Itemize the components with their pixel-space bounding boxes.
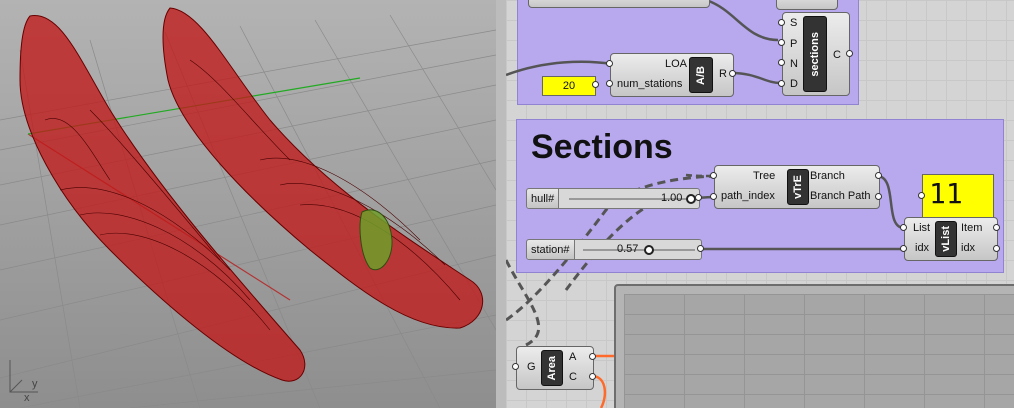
axis-x-label: x	[24, 392, 30, 404]
vtree-output-branch: Branch	[810, 170, 845, 182]
ab-component[interactable]: LOA num_stations A/B R	[610, 53, 734, 97]
station-slider[interactable]: station# 0.57	[526, 239, 702, 260]
vtree-port-path[interactable]	[710, 193, 717, 200]
area-port-c[interactable]	[589, 373, 596, 380]
sections-port-p[interactable]	[778, 39, 785, 46]
vlist-input-list: List	[913, 222, 931, 234]
sections-port-n[interactable]	[778, 59, 785, 66]
data-panel-bottom[interactable]	[614, 284, 1014, 408]
area-input-g: G	[527, 361, 536, 373]
vlist-port-idx-out[interactable]	[993, 245, 1000, 252]
ab-badge: A/B	[689, 57, 713, 93]
vtree-input-tree: Tree	[753, 170, 776, 182]
group-title-sections: Sections	[531, 128, 673, 166]
ab-input-loa: LOA	[665, 58, 688, 70]
sections-input-p: P	[790, 38, 798, 50]
stations-panel-value: 20	[562, 80, 576, 92]
sections-component[interactable]: S P N D sections C	[782, 12, 850, 96]
axis-y-label: y	[32, 378, 38, 390]
hull-slider-port[interactable]	[695, 194, 702, 201]
item-panel-port[interactable]	[918, 192, 925, 199]
vlist-output-item: Item	[961, 222, 983, 234]
sections-output-c: C	[833, 49, 841, 61]
item-panel[interactable]: 11	[922, 174, 994, 218]
vlist-port-list[interactable]	[900, 224, 907, 231]
vlist-port-item[interactable]	[993, 224, 1000, 231]
sections-port-d[interactable]	[778, 80, 785, 87]
area-port-a[interactable]	[589, 353, 596, 360]
data-panel-grid	[624, 294, 1014, 408]
sections-badge: sections	[803, 16, 827, 92]
ab-output-r: R	[719, 68, 727, 80]
grasshopper-canvas[interactable]: Sections S P N D sections C LOA num_stat…	[506, 0, 1014, 408]
sections-input-s: S	[790, 17, 798, 29]
area-output-c: C	[569, 371, 577, 383]
area-component[interactable]: G Area A C	[516, 346, 594, 390]
vtree-input-path: path_index	[721, 190, 775, 202]
station-slider-knob[interactable]	[644, 245, 654, 255]
vtree-badge: vTrE	[787, 169, 809, 205]
ab-input-stations: num_stations	[617, 78, 683, 90]
viewport-splitter[interactable]	[496, 0, 506, 408]
sections-port-s[interactable]	[778, 19, 785, 26]
vlist-input-idx: idx	[915, 242, 930, 254]
ab-port-stations[interactable]	[606, 80, 613, 87]
sections-input-n: N	[790, 58, 798, 70]
vtree-port-tree[interactable]	[710, 172, 717, 179]
sections-input-d: D	[790, 78, 798, 90]
vtree-port-branch-path[interactable]	[875, 193, 882, 200]
stations-panel-port[interactable]	[592, 81, 599, 88]
item-panel-value: 11	[929, 177, 963, 210]
viewport-scene	[0, 0, 496, 408]
vlist-output-idx: idx	[961, 242, 976, 254]
component-clipped-top-right[interactable]	[776, 0, 838, 10]
ab-port-loa[interactable]	[606, 60, 613, 67]
station-slider-port[interactable]	[697, 245, 704, 252]
stations-panel[interactable]: 20	[542, 76, 596, 96]
vlist-badge: vList	[935, 221, 957, 257]
station-slider-track[interactable]	[583, 249, 695, 251]
ab-port-r[interactable]	[729, 70, 736, 77]
sections-port-c[interactable]	[846, 50, 853, 57]
vlist-port-idx[interactable]	[900, 245, 907, 252]
area-port-g[interactable]	[512, 363, 519, 370]
rhino-viewport[interactable]: y x	[0, 0, 496, 408]
hull-slider-value: 1.00	[661, 192, 683, 204]
vlist-component[interactable]: List idx vList Item idx	[904, 217, 998, 261]
hull-slider-name: hull#	[527, 189, 560, 208]
hull-slider[interactable]: hull# 1.00	[526, 188, 700, 209]
component-clipped-top[interactable]	[528, 0, 710, 8]
station-slider-value: 0.57	[617, 243, 639, 255]
area-badge: Area	[541, 350, 563, 386]
vtree-component[interactable]: Tree path_index vTrE Branch Branch Path	[714, 165, 880, 209]
vtree-output-path: Branch Path	[810, 190, 871, 202]
area-output-a: A	[569, 351, 577, 363]
vtree-port-branch[interactable]	[875, 172, 882, 179]
station-slider-name: station#	[527, 240, 575, 259]
